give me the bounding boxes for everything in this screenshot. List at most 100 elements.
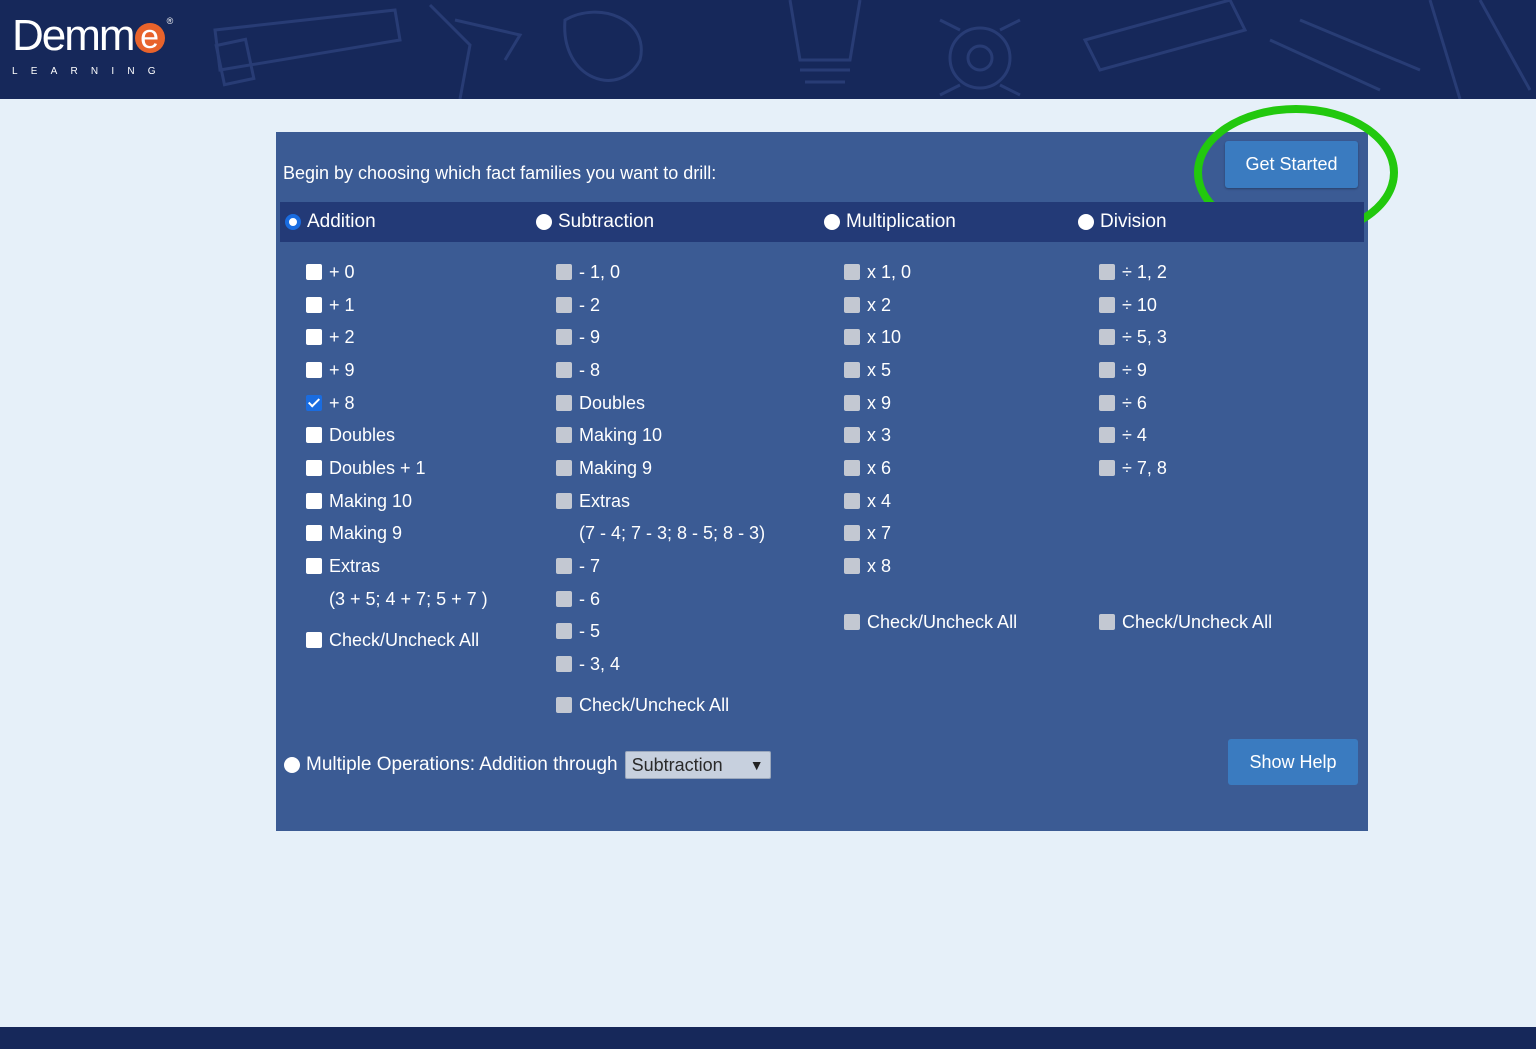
checkbox-disabled[interactable]: [844, 493, 860, 509]
checkbox-disabled[interactable]: [556, 558, 572, 574]
checkbox-disabled[interactable]: [844, 329, 860, 345]
checkbox-disabled[interactable]: [844, 614, 860, 630]
multiplication-option[interactable]: x 10: [844, 321, 901, 353]
addition-check-all[interactable]: Check/Uncheck All: [306, 624, 479, 656]
checkbox-disabled[interactable]: [1099, 395, 1115, 411]
checkbox[interactable]: [306, 427, 322, 443]
operation-range-select[interactable]: Subtraction ▼: [624, 751, 771, 779]
operation-radio-division[interactable]: Division: [1078, 211, 1167, 233]
subtraction-option[interactable]: - 1, 0: [556, 256, 620, 288]
multiplication-option[interactable]: x 4: [844, 485, 891, 517]
checkbox-disabled[interactable]: [556, 297, 572, 313]
checkbox[interactable]: [306, 632, 322, 648]
checkbox-disabled[interactable]: [844, 558, 860, 574]
checkbox[interactable]: [306, 493, 322, 509]
checkbox-disabled[interactable]: [844, 395, 860, 411]
addition-option[interactable]: + 0: [306, 256, 355, 288]
checkbox[interactable]: [306, 264, 322, 280]
radio-division[interactable]: [1078, 214, 1094, 230]
checkbox-disabled[interactable]: [556, 264, 572, 280]
checkbox-disabled[interactable]: [556, 656, 572, 672]
checkbox-disabled[interactable]: [1099, 362, 1115, 378]
subtraction-option[interactable]: Doubles: [556, 387, 645, 419]
radio-multiple-operations[interactable]: [284, 757, 300, 773]
checkbox-disabled[interactable]: [556, 427, 572, 443]
checkbox-disabled[interactable]: [844, 264, 860, 280]
division-option[interactable]: ÷ 5, 3: [1099, 321, 1167, 353]
addition-option[interactable]: Making 9: [306, 517, 402, 549]
division-option[interactable]: ÷ 10: [1099, 289, 1157, 321]
checkbox-disabled[interactable]: [1099, 460, 1115, 476]
multiplication-option[interactable]: x 6: [844, 452, 891, 484]
checkbox-disabled[interactable]: [556, 697, 572, 713]
checkbox-disabled[interactable]: [556, 493, 572, 509]
multiplication-option[interactable]: x 7: [844, 517, 891, 549]
addition-option[interactable]: + 9: [306, 354, 355, 386]
radio-multiplication[interactable]: [824, 214, 840, 230]
subtraction-option[interactable]: - 9: [556, 321, 600, 353]
radio-addition[interactable]: [285, 214, 301, 230]
multiplication-option[interactable]: x 8: [844, 550, 891, 582]
checkbox-disabled[interactable]: [844, 460, 860, 476]
get-started-button[interactable]: Get Started: [1225, 141, 1358, 188]
subtraction-option[interactable]: - 6: [556, 583, 600, 615]
multiplication-option[interactable]: x 3: [844, 419, 891, 451]
subtraction-option[interactable]: - 8: [556, 354, 600, 386]
checkbox-disabled[interactable]: [556, 623, 572, 639]
checkbox[interactable]: [306, 525, 322, 541]
operation-radio-subtraction[interactable]: Subtraction: [536, 211, 654, 233]
checkbox[interactable]: [306, 329, 322, 345]
checkbox-disabled[interactable]: [1099, 427, 1115, 443]
operation-radio-addition[interactable]: Addition: [285, 211, 376, 233]
addition-option[interactable]: Extras: [306, 550, 380, 582]
checkbox-disabled[interactable]: [556, 591, 572, 607]
checkbox-disabled[interactable]: [844, 297, 860, 313]
multiplication-option[interactable]: x 1, 0: [844, 256, 911, 288]
multiplication-option[interactable]: x 2: [844, 289, 891, 321]
subtraction-option[interactable]: - 5: [556, 615, 600, 647]
subtraction-option[interactable]: Making 9: [556, 452, 652, 484]
checkbox-disabled[interactable]: [844, 525, 860, 541]
checkbox-disabled[interactable]: [556, 395, 572, 411]
addition-option[interactable]: + 8: [306, 387, 355, 419]
checkbox-disabled[interactable]: [844, 427, 860, 443]
checkbox-disabled[interactable]: [1099, 329, 1115, 345]
subtraction-option[interactable]: - 3, 4: [556, 648, 620, 680]
option-label: Making 10: [579, 424, 663, 445]
division-option[interactable]: ÷ 9: [1099, 354, 1147, 386]
subtraction-option[interactable]: - 2: [556, 289, 600, 321]
division-option[interactable]: ÷ 1, 2: [1099, 256, 1167, 288]
subtraction-option[interactable]: Making 10: [556, 419, 662, 451]
addition-option[interactable]: Doubles + 1: [306, 452, 426, 484]
multiplication-option[interactable]: x 9: [844, 387, 891, 419]
checkbox[interactable]: [306, 558, 322, 574]
division-option[interactable]: ÷ 4: [1099, 419, 1147, 451]
division-option[interactable]: ÷ 7, 8: [1099, 452, 1167, 484]
subtraction-check-all[interactable]: Check/Uncheck All: [556, 689, 729, 721]
multiplication-option[interactable]: x 5: [844, 354, 891, 386]
checkbox-disabled[interactable]: [556, 362, 572, 378]
checkbox-disabled[interactable]: [844, 362, 860, 378]
operation-radio-multiplication[interactable]: Multiplication: [824, 211, 956, 233]
checkbox[interactable]: [306, 362, 322, 378]
checkbox[interactable]: [306, 460, 322, 476]
addition-option[interactable]: Doubles: [306, 419, 395, 451]
subtraction-option[interactable]: Extras: [556, 485, 630, 517]
radio-subtraction[interactable]: [536, 214, 552, 230]
addition-option[interactable]: + 2: [306, 321, 355, 353]
checkbox-disabled[interactable]: [1099, 264, 1115, 280]
checkbox-disabled[interactable]: [1099, 614, 1115, 630]
checkbox-checked[interactable]: [306, 395, 322, 411]
checkbox-disabled[interactable]: [556, 460, 572, 476]
addition-option[interactable]: Making 10: [306, 485, 412, 517]
checkbox-disabled[interactable]: [1099, 297, 1115, 313]
show-help-button[interactable]: Show Help: [1228, 739, 1358, 785]
checkbox-disabled[interactable]: [556, 329, 572, 345]
division-check-all[interactable]: Check/Uncheck All: [1099, 606, 1272, 638]
subtraction-option[interactable]: - 7: [556, 550, 600, 582]
addition-option[interactable]: + 1: [306, 289, 355, 321]
demme-learning-logo[interactable]: Demm e ® LEARNING: [12, 14, 173, 78]
division-option[interactable]: ÷ 6: [1099, 387, 1147, 419]
multiplication-check-all[interactable]: Check/Uncheck All: [844, 606, 1017, 638]
checkbox[interactable]: [306, 297, 322, 313]
